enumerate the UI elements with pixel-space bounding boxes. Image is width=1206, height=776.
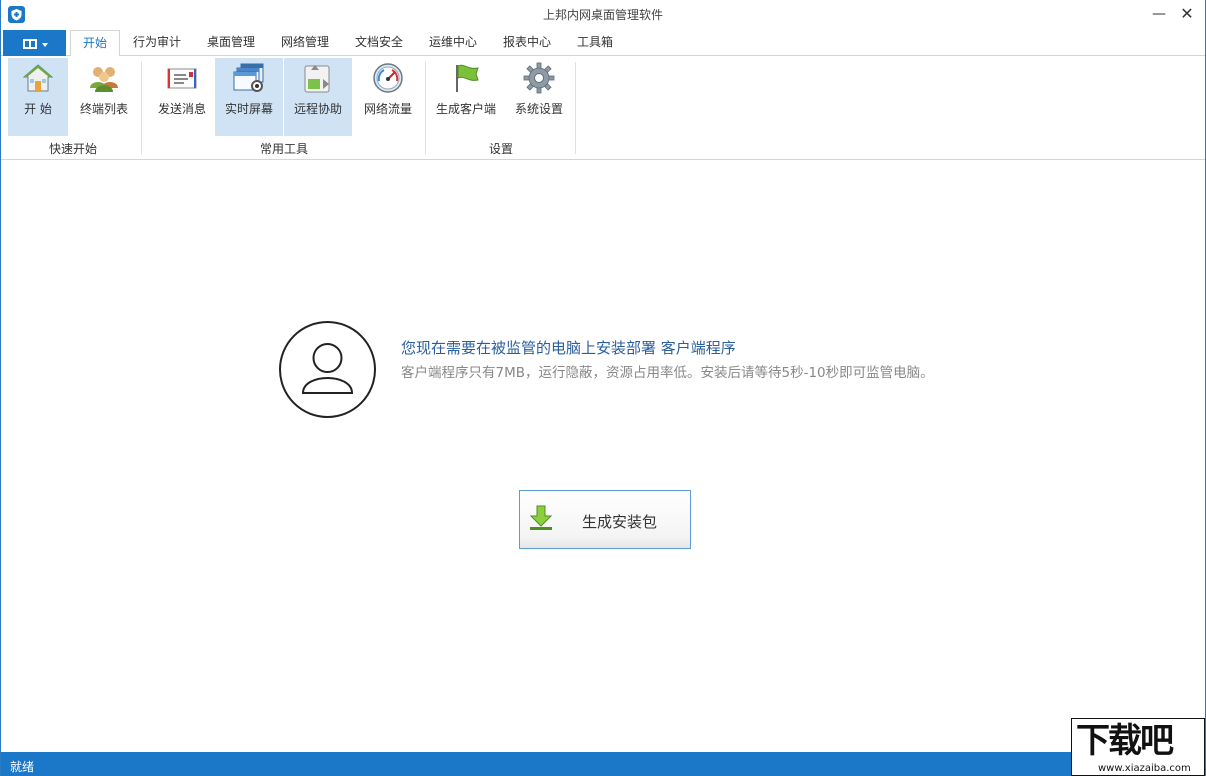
ribbon-button-live-screen[interactable]: 实时屏幕 (215, 58, 283, 136)
ribbon-button-send-message[interactable]: 发送消息 (151, 58, 213, 136)
group-label-quick-start: 快速开始 (8, 140, 138, 157)
ribbon-button-label: 网络流量 (357, 100, 419, 117)
ribbon-button-label: 生成客户端 (431, 100, 501, 117)
caret-down-icon (42, 43, 48, 47)
ribbon-button-terminal-list[interactable]: 终端列表 (73, 58, 135, 136)
watermark-url: www.xiazaiba.com (1098, 763, 1191, 774)
group-separator (141, 62, 142, 154)
group-separator (425, 62, 426, 154)
ribbon-button-generate-client[interactable]: 生成客户端 (431, 58, 501, 136)
home-icon (22, 62, 54, 94)
generate-installer-button[interactable]: 生成安装包 (519, 490, 691, 549)
ribbon-tab-row: 开始 行为审计 桌面管理 网络管理 文档安全 运维中心 报表中心 工具箱 (1, 28, 1205, 56)
status-bar: 就绪 (1, 752, 1205, 776)
window-title: 上邦内网桌面管理软件 (1, 6, 1205, 23)
watermark-logo-text: 下载吧 (1076, 721, 1172, 761)
install-headline: 您现在需要在被监管的电脑上安装部署 客户端程序 (401, 337, 736, 358)
generate-installer-label: 生成安装包 (582, 511, 657, 532)
remote-play-icon (302, 62, 334, 94)
group-separator (575, 62, 576, 154)
tab-start[interactable]: 开始 (70, 30, 120, 57)
ribbon-button-label: 终端列表 (73, 100, 135, 117)
tab-desktop-management[interactable]: 桌面管理 (199, 30, 263, 57)
ribbon-button-label: 实时屏幕 (215, 100, 283, 117)
flag-icon (450, 62, 482, 94)
install-description: 客户端程序只有7MB，运行隐蔽，资源占用率低。安装后请等待5秒-10秒即可监管电… (401, 363, 946, 383)
screen-windows-icon (233, 62, 265, 94)
ribbon-button-remote-assist[interactable]: 远程协助 (284, 58, 352, 136)
tab-document-security[interactable]: 文档安全 (347, 30, 411, 57)
tab-behavior-audit[interactable]: 行为审计 (125, 30, 189, 57)
tab-report-center[interactable]: 报表中心 (495, 30, 559, 57)
ribbon-button-start[interactable]: 开 始 (8, 58, 68, 136)
book-icon (23, 39, 37, 49)
users-icon (88, 62, 120, 94)
tab-toolbox[interactable]: 工具箱 (569, 30, 621, 57)
watermark-logo: 下载吧 www.xiazaiba.com (1071, 718, 1205, 776)
group-label-settings: 设置 (427, 140, 575, 157)
tab-ops-center[interactable]: 运维中心 (421, 30, 485, 57)
status-text: 就绪 (10, 758, 34, 775)
minimize-button[interactable]: — (1144, 2, 1174, 26)
tab-network-management[interactable]: 网络管理 (273, 30, 337, 57)
ribbon-button-system-settings[interactable]: 系统设置 (507, 58, 571, 136)
gear-icon (523, 62, 555, 94)
ribbon-button-label: 远程协助 (284, 100, 352, 117)
ribbon-panel: 开 始 终端列表 快速开始 (1, 56, 1205, 160)
ribbon-button-network-traffic[interactable]: 网络流量 (357, 58, 419, 136)
download-arrow-icon (529, 505, 553, 531)
ribbon-button-label: 开 始 (8, 100, 68, 117)
app-menu-button[interactable] (3, 30, 66, 56)
group-label-common-tools: 常用工具 (146, 140, 422, 157)
envelope-icon (166, 62, 198, 94)
ribbon-button-label: 系统设置 (507, 100, 571, 117)
ribbon-button-label: 发送消息 (151, 100, 213, 117)
title-bar: 上邦内网桌面管理软件 — ✕ (1, 0, 1205, 28)
user-avatar-icon (279, 321, 376, 418)
app-window: 上邦内网桌面管理软件 — ✕ 开始 行为审计 桌面管理 网络管理 文档安全 运维… (0, 0, 1206, 776)
speedometer-icon (372, 62, 404, 94)
close-button[interactable]: ✕ (1172, 2, 1202, 26)
